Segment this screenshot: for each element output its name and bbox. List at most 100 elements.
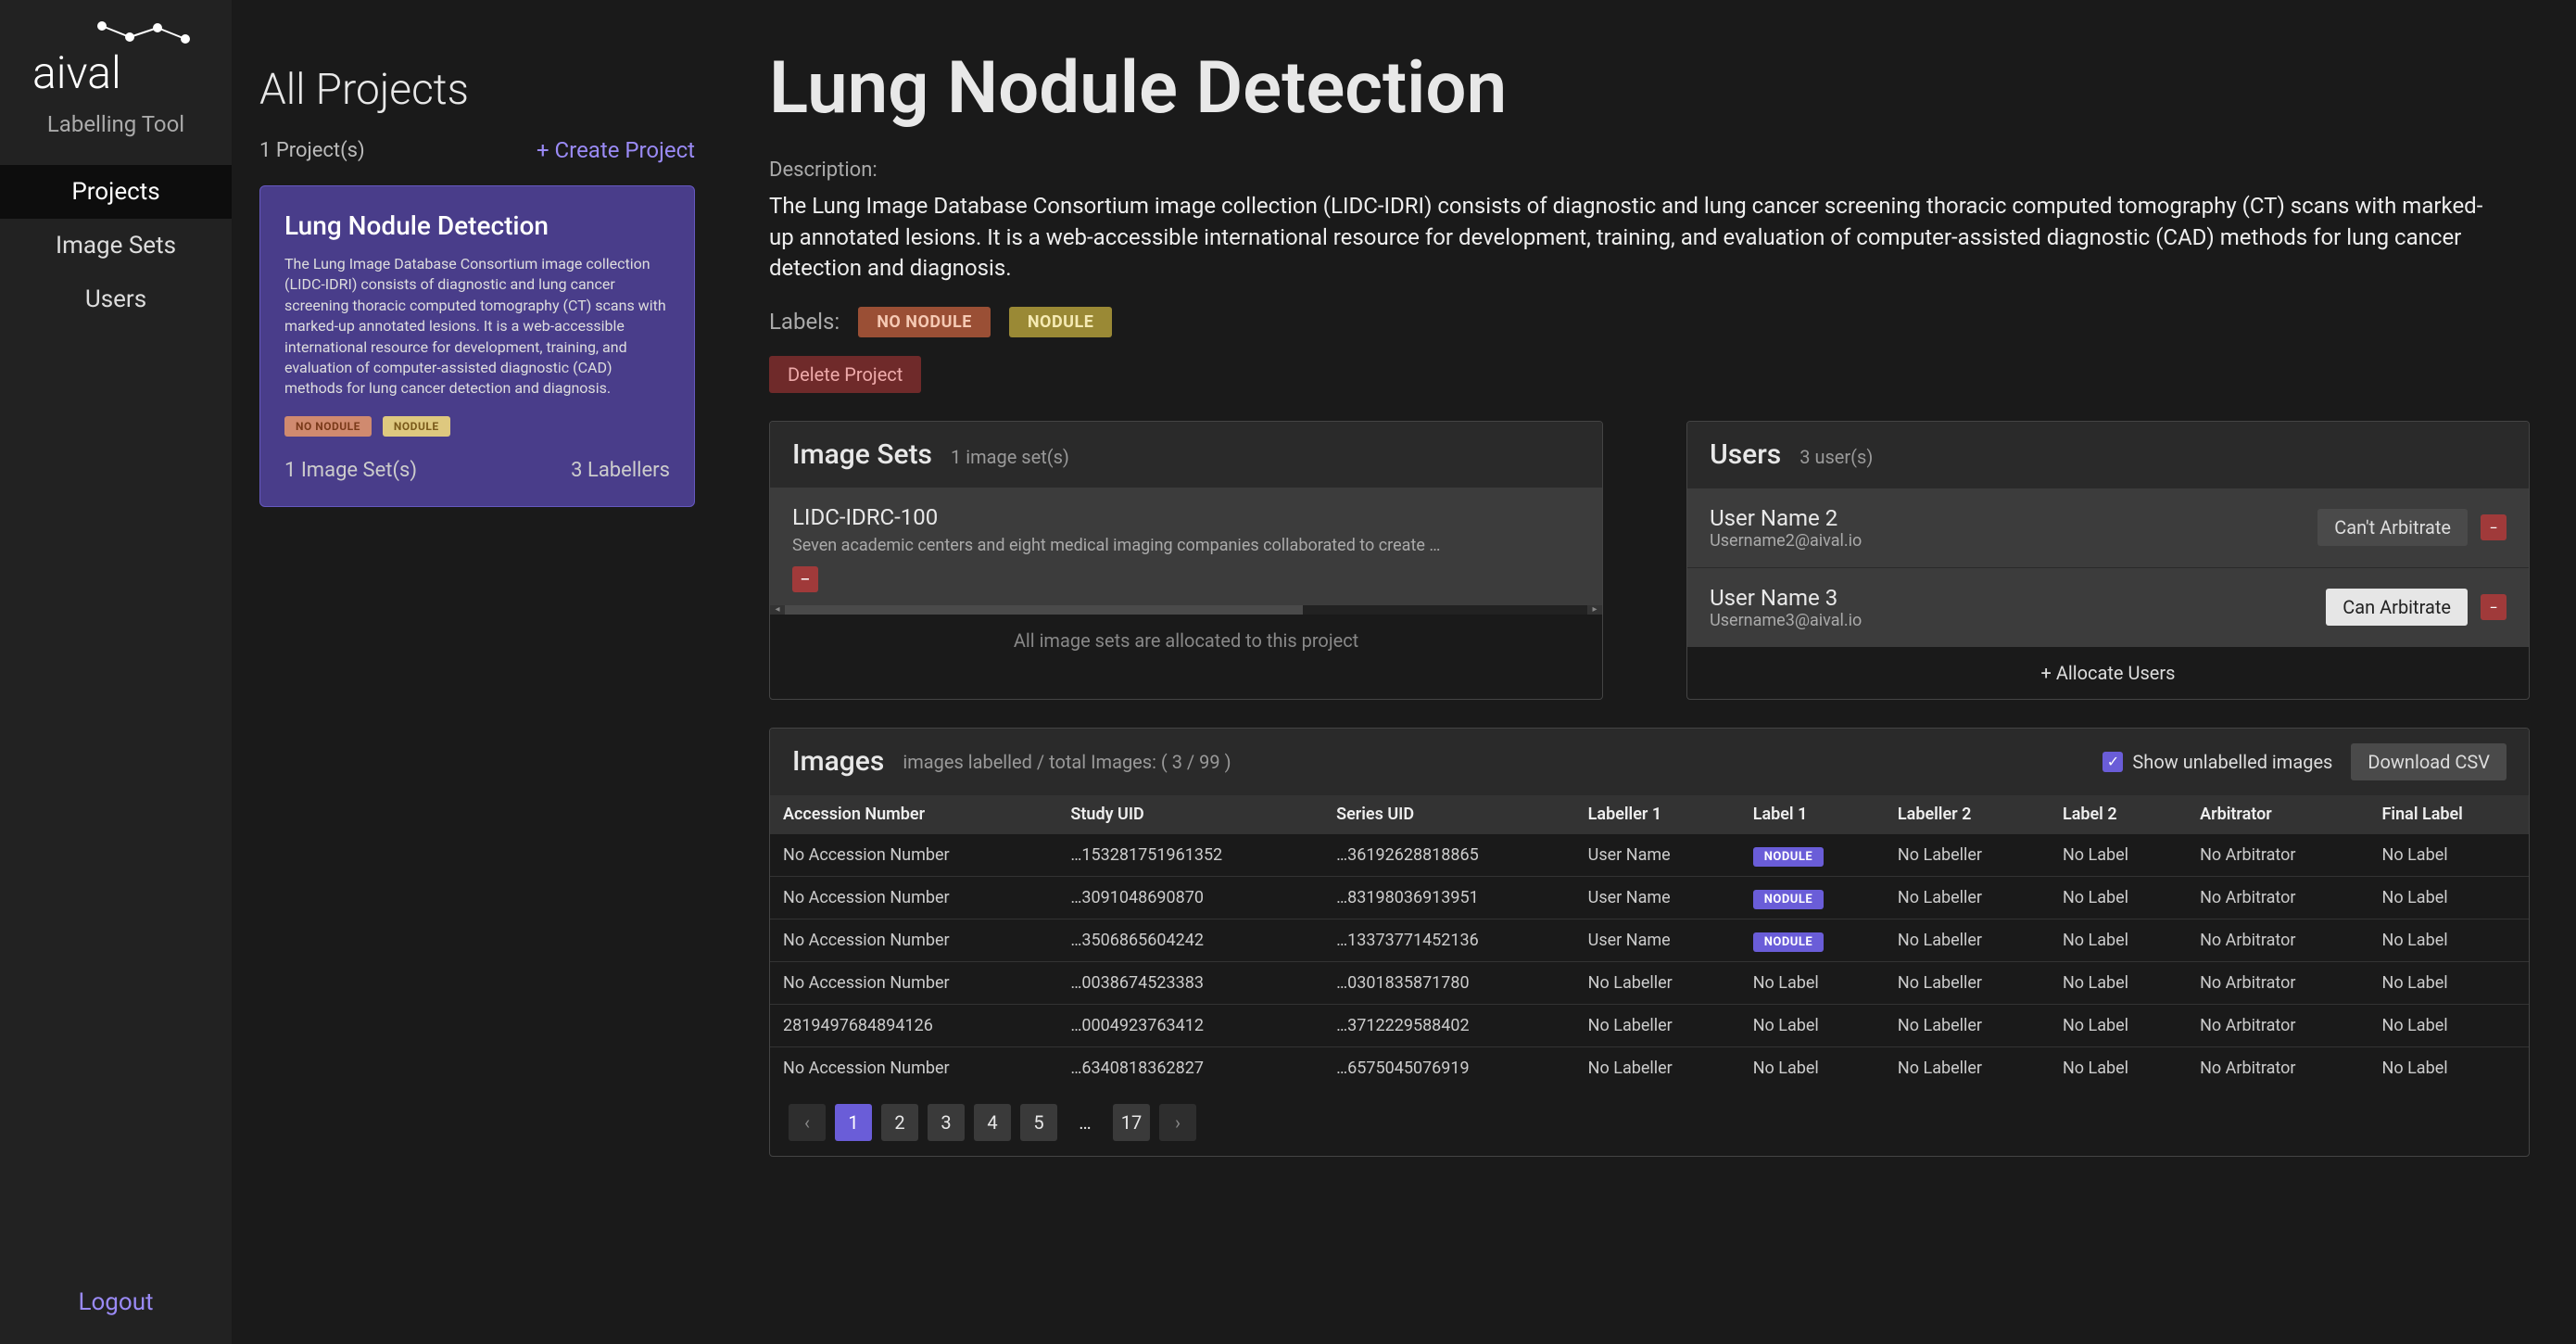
cell-series-uid: …83198036913951 bbox=[1323, 876, 1575, 919]
table-row[interactable]: No Accession Number …3506865604242 …1337… bbox=[770, 919, 2529, 961]
page-number-button[interactable]: 4 bbox=[974, 1104, 1011, 1141]
column-header[interactable]: Final Label bbox=[2369, 795, 2529, 834]
page-number-button[interactable]: 3 bbox=[928, 1104, 965, 1141]
users-count: 3 user(s) bbox=[1799, 446, 1873, 468]
cell-final-label: No Label bbox=[2369, 833, 2529, 876]
projects-header-row: 1 Project(s) + Create Project bbox=[259, 137, 695, 163]
cell-arbitrator: No Arbitrator bbox=[2187, 1046, 2368, 1089]
column-header[interactable]: Label 2 bbox=[2050, 795, 2187, 834]
cell-study-uid: …0038674523383 bbox=[1057, 961, 1323, 1004]
project-card[interactable]: Lung Nodule Detection The Lung Image Dat… bbox=[259, 185, 695, 507]
download-csv-button[interactable]: Download CSV bbox=[2351, 743, 2507, 780]
label-chip-nodule: NODULE bbox=[1753, 890, 1825, 909]
column-header[interactable]: Arbitrator bbox=[2187, 795, 2368, 834]
logout-link[interactable]: Logout bbox=[0, 1261, 232, 1344]
column-header[interactable]: Labeller 1 bbox=[1575, 795, 1740, 834]
cell-study-uid: …153281751961352 bbox=[1057, 833, 1323, 876]
remove-user-button[interactable]: − bbox=[2481, 514, 2507, 540]
show-unlabelled-toggle[interactable]: ✓ Show unlabelled images bbox=[2102, 751, 2332, 773]
cell-labeller1: User Name bbox=[1575, 919, 1740, 961]
create-project-button[interactable]: + Create Project bbox=[537, 137, 695, 163]
allocate-users-button[interactable]: + Allocate Users bbox=[1687, 647, 2529, 699]
cell-final-label: No Label bbox=[2369, 1004, 2529, 1046]
cell-final-label: No Label bbox=[2369, 1046, 2529, 1089]
cell-accession: No Accession Number bbox=[770, 919, 1057, 961]
show-unlabelled-label: Show unlabelled images bbox=[2132, 751, 2332, 773]
users-header: Users 3 user(s) bbox=[1687, 422, 2529, 488]
project-count: 1 Project(s) bbox=[259, 139, 365, 162]
nav-image-sets[interactable]: Image Sets bbox=[0, 219, 232, 273]
cell-study-uid: …3091048690870 bbox=[1057, 876, 1323, 919]
page-number-button[interactable]: 5 bbox=[1020, 1104, 1057, 1141]
label-chip-nodule: NODULE bbox=[1753, 847, 1825, 867]
page-number-button[interactable]: 17 bbox=[1113, 1104, 1150, 1141]
column-header[interactable]: Labeller 2 bbox=[1885, 795, 2050, 834]
user-item[interactable]: User Name 3 Username3@aival.io Can Arbit… bbox=[1687, 567, 2529, 647]
project-card-badges: NO NODULE NODULE bbox=[284, 416, 670, 437]
cell-labeller1: No Labeller bbox=[1575, 1004, 1740, 1046]
table-row[interactable]: No Accession Number …153281751961352 …36… bbox=[770, 833, 2529, 876]
user-controls: Can't Arbitrate − bbox=[2317, 509, 2507, 546]
tag-no-nodule: NO NODULE bbox=[858, 307, 991, 337]
badge-nodule: NODULE bbox=[383, 416, 450, 437]
cell-labeller2: No Labeller bbox=[1885, 876, 2050, 919]
scroll-thumb[interactable] bbox=[770, 605, 1303, 615]
page-number-button[interactable]: 2 bbox=[881, 1104, 918, 1141]
image-set-item[interactable]: LIDC-IDRC-100 Seven academic centers and… bbox=[770, 488, 1602, 605]
nav: Projects Image Sets Users bbox=[0, 165, 232, 1261]
cell-label2: No Label bbox=[2050, 833, 2187, 876]
labels-row: Labels: NO NODULE NODULE bbox=[769, 307, 2530, 337]
cell-label1: NODULE bbox=[1740, 833, 1885, 876]
arbitrate-button[interactable]: Can Arbitrate bbox=[2326, 589, 2468, 626]
cell-accession: No Accession Number bbox=[770, 1046, 1057, 1089]
user-item[interactable]: User Name 2 Username2@aival.io Can't Arb… bbox=[1687, 488, 2529, 567]
cell-arbitrator: No Arbitrator bbox=[2187, 1004, 2368, 1046]
cell-final-label: No Label bbox=[2369, 876, 2529, 919]
labels-label: Labels: bbox=[769, 309, 840, 335]
column-header[interactable]: Accession Number bbox=[770, 795, 1057, 834]
page-ellipsis: … bbox=[1067, 1104, 1104, 1141]
page-next-button[interactable]: › bbox=[1159, 1104, 1196, 1141]
nav-users[interactable]: Users bbox=[0, 273, 232, 326]
user-email: Username3@aival.io bbox=[1710, 611, 1862, 630]
scroll-right-icon[interactable]: ▸ bbox=[1587, 605, 1602, 615]
table-row[interactable]: 2819497684894126 …0004923763412 …3712229… bbox=[770, 1004, 2529, 1046]
cell-arbitrator: No Arbitrator bbox=[2187, 961, 2368, 1004]
image-set-name: LIDC-IDRC-100 bbox=[792, 504, 1580, 530]
checkbox-icon: ✓ bbox=[2102, 752, 2123, 772]
detail-column: Lung Nodule Detection Description: The L… bbox=[723, 0, 2576, 1344]
cell-series-uid: …0301835871780 bbox=[1323, 961, 1575, 1004]
project-title: Lung Nodule Detection bbox=[769, 46, 2530, 131]
logo-area: aival Labelling Tool bbox=[0, 0, 232, 165]
image-sets-footer: All image sets are allocated to this pro… bbox=[770, 615, 1602, 666]
cell-arbitrator: No Arbitrator bbox=[2187, 919, 2368, 961]
remove-image-set-button[interactable]: − bbox=[792, 566, 818, 592]
page-number-button[interactable]: 1 bbox=[835, 1104, 872, 1141]
arbitrate-button[interactable]: Can't Arbitrate bbox=[2317, 509, 2468, 546]
column-header[interactable]: Series UID bbox=[1323, 795, 1575, 834]
cell-label1: NODULE bbox=[1740, 876, 1885, 919]
cell-final-label: No Label bbox=[2369, 919, 2529, 961]
images-header: Images images labelled / total Images: (… bbox=[770, 729, 2529, 795]
remove-user-button[interactable]: − bbox=[2481, 594, 2507, 620]
sidebar: aival Labelling Tool Projects Image Sets… bbox=[0, 0, 232, 1344]
column-header[interactable]: Study UID bbox=[1057, 795, 1323, 834]
page-prev-button[interactable]: ‹ bbox=[789, 1104, 826, 1141]
cell-label1: No Label bbox=[1740, 961, 1885, 1004]
cell-labeller2: No Labeller bbox=[1885, 1004, 2050, 1046]
main-content: All Projects 1 Project(s) + Create Proje… bbox=[232, 0, 2576, 1344]
horizontal-scrollbar[interactable]: ◂ ▸ bbox=[770, 605, 1602, 615]
image-sets-panel: Image Sets 1 image set(s) LIDC-IDRC-100 … bbox=[769, 421, 1603, 700]
table-row[interactable]: No Accession Number …0038674523383 …0301… bbox=[770, 961, 2529, 1004]
image-sets-title: Image Sets bbox=[792, 438, 932, 471]
cell-accession: 2819497684894126 bbox=[770, 1004, 1057, 1046]
table-row[interactable]: No Accession Number …6340818362827 …6575… bbox=[770, 1046, 2529, 1089]
scroll-left-icon[interactable]: ◂ bbox=[770, 605, 785, 615]
table-row[interactable]: No Accession Number …3091048690870 …8319… bbox=[770, 876, 2529, 919]
cell-label2: No Label bbox=[2050, 1004, 2187, 1046]
table-header-row: Accession NumberStudy UIDSeries UIDLabel… bbox=[770, 795, 2529, 834]
delete-project-button[interactable]: Delete Project bbox=[769, 356, 921, 393]
nav-projects[interactable]: Projects bbox=[0, 165, 232, 219]
table-body: No Accession Number …153281751961352 …36… bbox=[770, 833, 2529, 1089]
column-header[interactable]: Label 1 bbox=[1740, 795, 1885, 834]
